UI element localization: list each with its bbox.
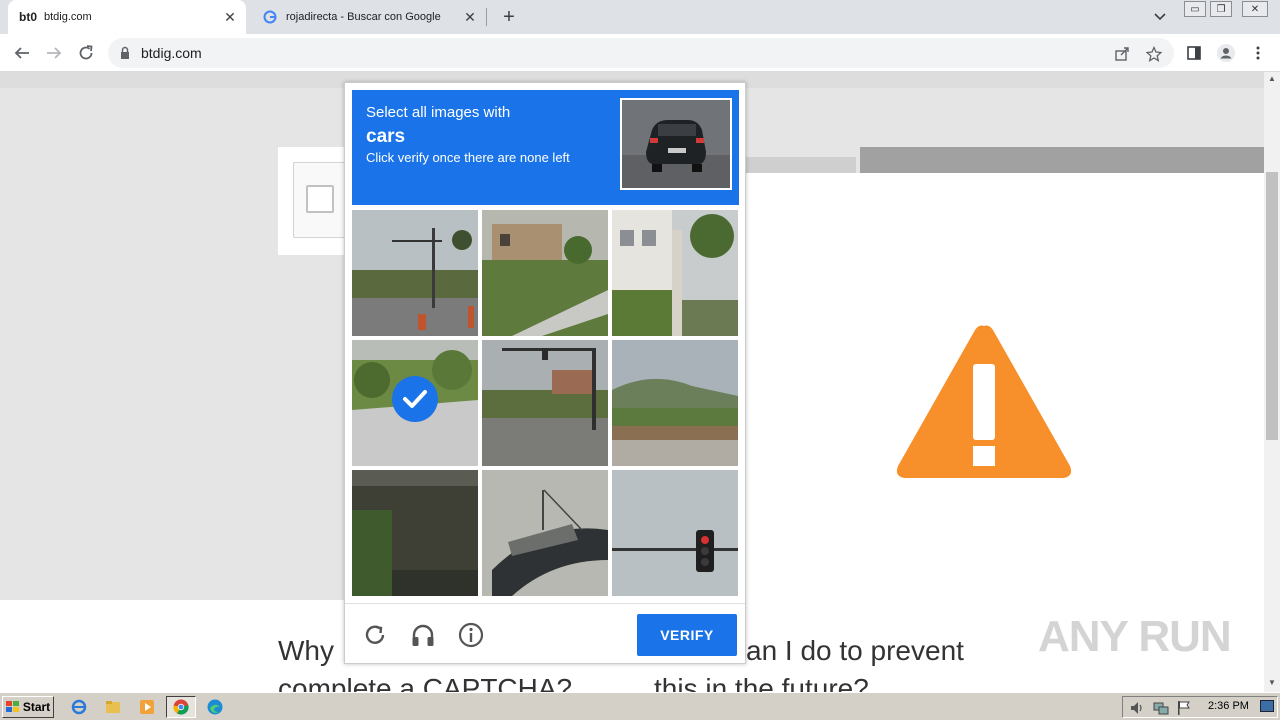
- show-desktop-icon[interactable]: [1260, 700, 1274, 712]
- new-tab-button[interactable]: +: [498, 5, 520, 29]
- minimize-icon[interactable]: ▭: [1184, 1, 1206, 17]
- back-arrow-icon[interactable]: [10, 41, 34, 65]
- tab-google-search[interactable]: rojadirecta - Buscar con Google ✕: [250, 0, 486, 34]
- captcha-tile-4[interactable]: [352, 340, 478, 466]
- captcha-tile-3[interactable]: [612, 210, 738, 336]
- warning-triangle-icon: [896, 325, 1072, 478]
- target-object: cars: [366, 126, 406, 147]
- captcha-footer: VERIFY: [345, 603, 745, 663]
- info-icon[interactable]: [457, 621, 485, 649]
- chrome-taskbar-button[interactable]: [166, 696, 196, 718]
- bookmark-star-icon[interactable]: [1144, 44, 1164, 64]
- side-panel-icon[interactable]: [1184, 43, 1204, 63]
- edge-icon[interactable]: [206, 698, 224, 716]
- google-favicon: [260, 9, 280, 25]
- faq-question-right-line2: this in the future?: [654, 673, 869, 692]
- captcha-tile-6[interactable]: [612, 340, 738, 466]
- url-text: btdig.com: [141, 45, 202, 61]
- instruction-text: Select all images with: [366, 104, 511, 121]
- header-band: [860, 147, 1264, 173]
- page-scrollbar[interactable]: ▲ ▼: [1264, 72, 1280, 692]
- close-window-icon[interactable]: ✕: [1242, 1, 1268, 17]
- reload-icon[interactable]: [74, 41, 98, 65]
- scroll-up-arrow-icon[interactable]: ▲: [1268, 74, 1276, 83]
- captcha-tile-7[interactable]: [352, 470, 478, 596]
- lock-icon: [121, 46, 129, 59]
- captcha-tile-1[interactable]: [352, 210, 478, 336]
- tab-separator: [486, 8, 487, 26]
- network-icon[interactable]: [1153, 700, 1169, 716]
- start-button[interactable]: Start: [2, 696, 54, 718]
- start-label: Start: [22, 700, 51, 714]
- reload-challenge-icon[interactable]: [361, 621, 389, 649]
- address-bar[interactable]: btdig.com: [108, 38, 1174, 68]
- volume-icon[interactable]: [1129, 700, 1145, 716]
- forward-arrow-icon[interactable]: [42, 41, 66, 65]
- kebab-menu-icon[interactable]: [1248, 43, 1268, 63]
- browser-toolbar: btdig.com: [0, 34, 1280, 72]
- windows-taskbar: Start 2:36 PM: [0, 692, 1280, 720]
- internet-explorer-icon[interactable]: [70, 698, 88, 716]
- faq-question-left-line2: complete a CAPTCHA?: [278, 673, 573, 692]
- header-tab-shape: [740, 157, 856, 173]
- captcha-checkbox[interactable]: [306, 185, 334, 213]
- restore-icon[interactable]: ❐: [1210, 1, 1232, 17]
- share-icon[interactable]: [1112, 44, 1132, 64]
- tab-title: btdig.com: [44, 11, 92, 23]
- media-player-icon[interactable]: [138, 698, 156, 716]
- sample-car-image: [620, 98, 732, 190]
- captcha-instructions: Select all images with cars Click verify…: [352, 90, 739, 205]
- file-explorer-icon[interactable]: [104, 698, 122, 716]
- action-center-flag-icon[interactable]: [1177, 700, 1191, 716]
- close-tab-icon[interactable]: ✕: [460, 7, 480, 27]
- tab-btdig[interactable]: bt0 btdig.com ✕: [8, 0, 246, 34]
- instruction-subtext: Click verify once there are none left: [366, 150, 570, 165]
- tab-title: rojadirecta - Buscar con Google: [286, 11, 441, 23]
- captcha-tile-9[interactable]: [612, 470, 738, 596]
- captcha-tile-2[interactable]: [482, 210, 608, 336]
- captcha-challenge-popup: Select all images with cars Click verify…: [344, 82, 746, 664]
- profile-avatar-icon[interactable]: [1216, 43, 1236, 63]
- tab-search-chevron-icon[interactable]: [1150, 8, 1170, 26]
- anyrun-watermark: ANY RUN: [1038, 612, 1232, 661]
- chrome-icon: [173, 699, 189, 715]
- scroll-down-arrow-icon[interactable]: ▼: [1268, 678, 1276, 687]
- faq-question-left-line1: Why: [278, 635, 334, 666]
- faq-question-right-line1: can I do to prevent: [732, 635, 964, 666]
- captcha-tile-8[interactable]: [482, 470, 608, 596]
- captcha-image-grid: [352, 210, 739, 597]
- audio-challenge-headphones-icon[interactable]: [409, 621, 437, 649]
- btdig-favicon: bt0: [19, 10, 37, 24]
- verify-button[interactable]: VERIFY: [637, 614, 737, 656]
- close-tab-icon[interactable]: ✕: [220, 7, 240, 27]
- windows-logo-icon: [5, 701, 19, 712]
- system-tray: [1122, 696, 1278, 718]
- tab-strip: bt0 btdig.com ✕ rojadirecta - Buscar con…: [0, 0, 1280, 34]
- captcha-tile-5[interactable]: [482, 340, 608, 466]
- taskbar-clock: 2:36 PM: [1208, 700, 1249, 712]
- selected-checkmark-icon: [392, 376, 438, 422]
- scrollbar-thumb[interactable]: [1266, 172, 1278, 440]
